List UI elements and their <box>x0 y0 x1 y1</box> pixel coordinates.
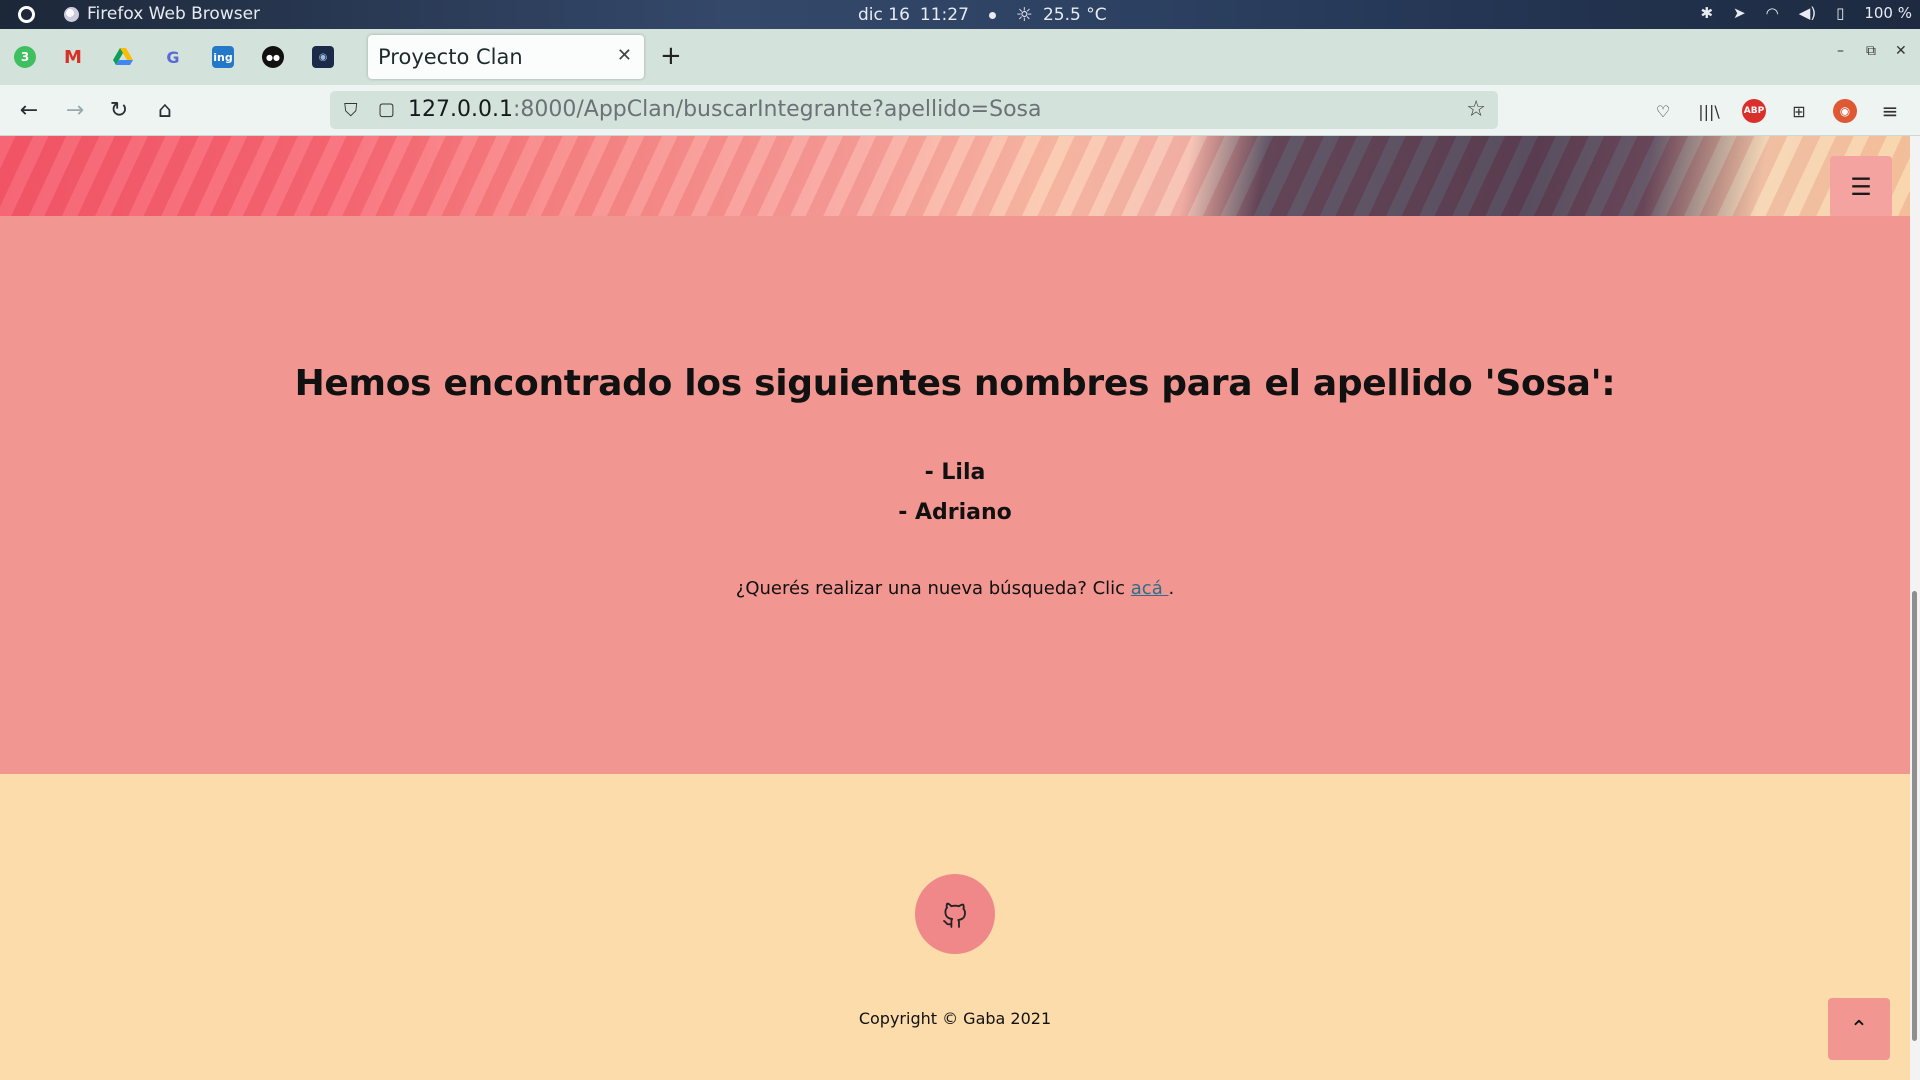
url-bar[interactable]: ⛉ ▢ 127.0.0.1:8000/AppClan/buscarIntegra… <box>330 91 1498 129</box>
system-tray[interactable]: ✱ ➤ ◠ ◀) ▯ 100 % <box>1700 4 1912 22</box>
copyright: Copyright © Gaba 2021 <box>858 1009 1052 1028</box>
pinned-tab-app-icon[interactable]: ◉ <box>312 46 334 68</box>
page-info-icon[interactable]: ▢ <box>378 99 395 120</box>
library-icon[interactable]: |||\ <box>1697 99 1721 123</box>
github-icon <box>943 902 966 928</box>
adblock-icon[interactable]: ABP <box>1742 99 1766 123</box>
pinned-tab-gmail-icon[interactable]: M <box>62 46 84 68</box>
back-arrow-icon[interactable]: ← <box>14 95 44 125</box>
tab-close-icon[interactable]: ✕ <box>617 45 632 66</box>
pinned-tab-whatsapp-icon[interactable]: 3 <box>14 46 36 68</box>
battery-icon[interactable]: ▯ <box>1836 4 1844 22</box>
reload-icon[interactable]: ↻ <box>104 95 134 125</box>
page-viewport: ☰ Hemos encontrado los siguientes nombre… <box>0 136 1910 1080</box>
weather-sun-icon: ☼ <box>1015 4 1033 26</box>
minimize-icon[interactable]: – <box>1837 43 1844 59</box>
extension-grid-icon[interactable]: ⊞ <box>1787 99 1811 123</box>
wifi-icon[interactable]: ◠ <box>1766 4 1779 22</box>
scroll-to-top-button[interactable]: ⌃ <box>1828 998 1890 1060</box>
url-host: 127.0.0.1 <box>408 97 513 122</box>
bookmark-star-icon[interactable]: ☆ <box>1466 97 1486 122</box>
notification-dot <box>988 11 996 19</box>
telegram-icon[interactable]: ➤ <box>1733 4 1746 22</box>
page-scrollbar[interactable] <box>1910 136 1920 1080</box>
browser-menu-icon[interactable]: ≡ <box>1878 99 1902 123</box>
github-button[interactable] <box>915 874 995 954</box>
new-search-prompt: ¿Querés realizar una nueva búsqueda? Cli… <box>0 578 1910 599</box>
url-path: :8000/AppClan/buscarIntegrante?apellido=… <box>512 97 1042 122</box>
os-top-bar: Firefox Web Browser dic 16 11:27 ☼ 25.5 … <box>0 0 1920 29</box>
name-item: - Lila <box>924 460 986 485</box>
results-section: Hemos encontrado los siguientes nombres … <box>0 216 1910 774</box>
activities-icon[interactable] <box>18 6 35 23</box>
navigation-bar: ← → ↻ ⌂ ⛉ ▢ 127.0.0.1:8000/AppClan/busca… <box>0 85 1920 136</box>
new-search-end: . <box>1168 578 1175 599</box>
pocket-icon[interactable]: ♡ <box>1651 99 1675 123</box>
time-label: 11:27 <box>919 5 969 25</box>
battery-label: 100 % <box>1864 4 1912 22</box>
home-icon[interactable]: ⌂ <box>150 95 180 125</box>
tab-title: Proyecto Clan <box>378 45 523 69</box>
scrollbar-thumb[interactable] <box>1912 591 1917 1041</box>
pinned-tab-ing-icon[interactable]: ing <box>212 46 234 68</box>
restore-icon[interactable]: ⧉ <box>1866 43 1876 59</box>
duckduckgo-icon[interactable]: ◉ <box>1833 99 1857 123</box>
results-heading: Hemos encontrado los siguientes nombres … <box>294 363 1616 404</box>
close-window-icon[interactable]: ✕ <box>1895 43 1907 59</box>
pinned-tab-drive-icon[interactable] <box>112 46 134 68</box>
menu-toggle-button[interactable]: ☰ <box>1830 156 1892 218</box>
temperature-label: 25.5 °C <box>1042 5 1107 25</box>
forward-arrow-icon[interactable]: → <box>60 95 90 125</box>
firefox-icon <box>64 6 79 22</box>
new-search-text: ¿Querés realizar una nueva búsqueda? Cli… <box>735 578 1131 599</box>
header-image-texture <box>0 136 1910 216</box>
tab-proyecto-clan[interactable]: Proyecto Clan ✕ <box>368 35 644 79</box>
url-text[interactable]: 127.0.0.1:8000/AppClan/buscarIntegrante?… <box>408 97 1041 122</box>
chevron-up-icon: ⌃ <box>1849 1016 1869 1042</box>
hamburger-icon: ☰ <box>1850 173 1872 201</box>
tab-bar: 3 M G ing ●● ◉ Proyecto Clan ✕ + – ⧉ ✕ <box>0 29 1920 85</box>
pinned-tab-translate-icon[interactable]: G <box>162 46 184 68</box>
pinned-tab-media-icon[interactable]: ●● <box>262 46 284 68</box>
new-search-link[interactable]: acá <box>1131 578 1169 599</box>
new-tab-plus-icon[interactable]: + <box>660 41 682 71</box>
header-image <box>0 136 1910 216</box>
app-indicator-icon[interactable]: ✱ <box>1700 4 1713 22</box>
date-label: dic 16 <box>858 5 910 25</box>
tracking-shield-icon[interactable]: ⛉ <box>344 100 358 121</box>
clock[interactable]: dic 16 11:27 ☼ 25.5 °C <box>858 4 1107 26</box>
names-list: - Lila - Adriano <box>0 453 1910 533</box>
app-menu[interactable]: Firefox Web Browser <box>64 4 260 24</box>
app-name: Firefox Web Browser <box>87 4 261 24</box>
name-item: - Adriano <box>898 500 1012 525</box>
footer: Copyright © Gaba 2021 <box>0 774 1910 1080</box>
volume-icon[interactable]: ◀) <box>1799 4 1816 22</box>
